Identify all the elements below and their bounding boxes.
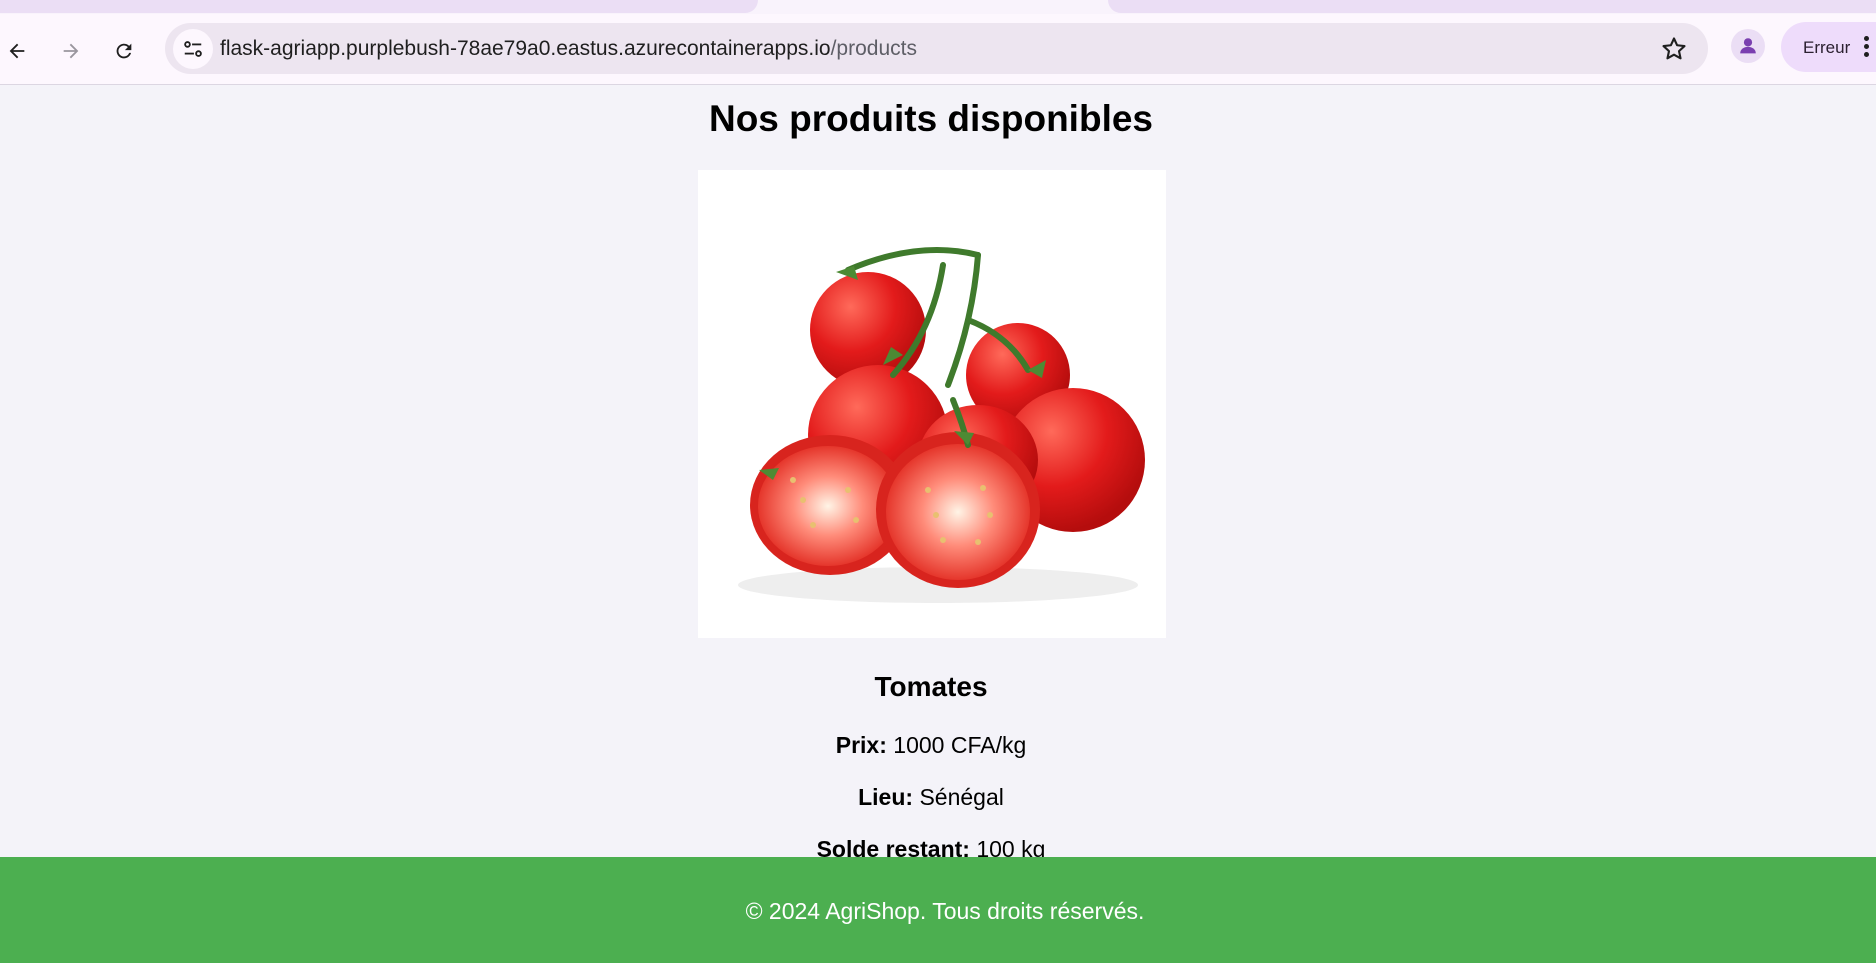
price-label: Prix: [835, 732, 887, 758]
back-button[interactable] [0, 34, 34, 68]
site-info-button[interactable] [173, 29, 213, 69]
location-value: Sénégal [919, 784, 1004, 810]
reload-button[interactable] [107, 34, 141, 68]
forward-button[interactable] [54, 34, 88, 68]
back-arrow-icon [9, 43, 25, 59]
page-footer: © 2024 AgriShop. Tous droits réservés. [0, 857, 1876, 963]
tomatoes-illustration [738, 247, 1145, 603]
profile-error-label: Erreur [1803, 38, 1851, 57]
page-title: Nos produits disponibles [708, 98, 1154, 139]
footer-copyright: © 2024 AgriShop. Tous droits réservés. [745, 898, 1145, 924]
reload-icon [116, 43, 132, 59]
site-settings-icon [184, 41, 202, 57]
location-label: Lieu: [858, 784, 914, 810]
url-text[interactable]: flask-agriapp.purplebush-78ae79a0.eastus… [220, 37, 917, 61]
product-price: Prix: 1000 CFA/kg [0, 732, 1862, 759]
tab-right[interactable] [1108, 0, 1876, 13]
profile-error-chip[interactable]: Erreur [1781, 22, 1876, 72]
tab-strip [0, 0, 1876, 14]
url-host: flask-agriapp.purplebush-78ae79a0.eastus… [220, 37, 831, 60]
address-bar[interactable]: flask-agriapp.purplebush-78ae79a0.eastus… [165, 23, 1708, 74]
more-vert-icon[interactable] [1863, 36, 1871, 60]
bookmark-star-icon[interactable] [1660, 35, 1688, 63]
profile-button[interactable] [1731, 29, 1765, 63]
profile-icon [1740, 38, 1756, 54]
page-content: Nos produits disponibles Tomates Prix: 1… [0, 85, 1876, 862]
browser-toolbar: flask-agriapp.purplebush-78ae79a0.eastus… [0, 14, 1876, 85]
product-location: Lieu: Sénégal [0, 784, 1862, 811]
product-name: Tomates [874, 671, 988, 702]
url-path: /products [830, 37, 917, 60]
forward-arrow-icon [63, 43, 79, 59]
product-image [698, 170, 1166, 638]
tab-left[interactable] [0, 0, 758, 13]
price-value: 1000 CFA/kg [893, 732, 1027, 758]
